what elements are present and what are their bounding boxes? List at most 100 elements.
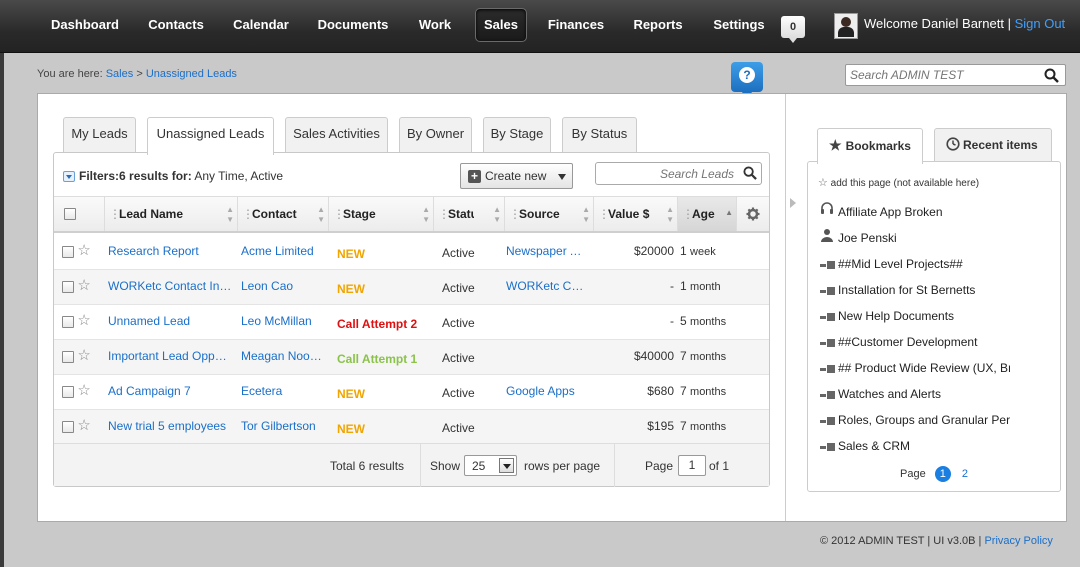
row-checkbox[interactable] [62,350,74,363]
table-row[interactable]: ☆ Important Lead Opportunity Meagan Noonan… [54,340,769,375]
table-row[interactable]: ☆ New trial 5 employees Tor Gilbertson NEW A… [54,410,769,445]
create-new-button[interactable]: + Create new [460,163,573,189]
contact-link[interactable]: Leon Cao [241,270,325,304]
nav-calendar[interactable]: Calendar [226,8,296,42]
select-all-checkbox[interactable] [64,208,76,220]
nav-contacts[interactable]: Contacts [141,8,211,42]
source-link[interactable]: Google Apps [506,375,588,409]
table-row[interactable]: ☆ Research Report Acme Limited NEW Active New… [54,235,769,270]
tab-recent-items[interactable]: Recent items [934,128,1052,162]
bookmark-page-current[interactable]: 1 [934,466,951,482]
bookmark-item[interactable]: Watches and Alerts [820,384,1010,404]
nav-documents[interactable]: Documents [310,8,396,42]
star-outline-icon[interactable]: ☆ [77,312,90,329]
nav-finances[interactable]: Finances [540,8,612,42]
collapse-arrow-icon[interactable] [790,198,796,208]
source-link[interactable] [506,340,588,374]
tab-bookmarks[interactable]: ★ Bookmarks [817,128,923,164]
lead-name-link[interactable]: Important Lead Opportunity [108,340,232,374]
tab-my-leads[interactable]: My Leads [63,117,136,153]
lead-name-link[interactable]: WORKetc Contact Information [108,270,232,304]
col-stage[interactable]: ⋮Stage ▲ ▼ [328,197,433,231]
lead-name-link[interactable]: Research Report [108,235,232,269]
tab-sales-activities[interactable]: Sales Activities [285,117,388,153]
col-value[interactable]: ⋮Value $ ▲ ▼ [593,197,677,231]
drag-handle-icon[interactable]: ⋮ [598,197,610,231]
column-settings[interactable] [736,197,769,231]
row-checkbox[interactable] [62,315,74,328]
row-checkbox[interactable] [62,420,74,433]
star-outline-icon[interactable]: ☆ [77,417,90,434]
star-outline-icon[interactable]: ☆ [77,347,90,364]
help-button[interactable]: ? [731,62,763,100]
gear-icon[interactable] [746,207,760,221]
bookmark-item[interactable]: Affiliate App Broken [820,202,1010,222]
filter-summary[interactable]: Filters:6 results for: Any Time, Active [79,169,283,183]
search-icon[interactable] [743,166,757,180]
contact-link[interactable]: Ecetera [241,375,325,409]
bookmark-item[interactable]: ##Mid Level Projects## [820,254,1010,274]
row-checkbox[interactable] [62,385,74,398]
drag-handle-icon[interactable]: ⋮ [509,197,521,231]
contact-link[interactable]: Tor Gilbertson [241,410,325,444]
nav-sales[interactable]: Sales [475,8,527,42]
source-link[interactable] [506,305,588,339]
nav-settings[interactable]: Settings [705,8,773,42]
filter-toggle-icon[interactable] [63,171,75,182]
bookmark-item[interactable]: Sales & CRM [820,436,1010,456]
col-status[interactable]: ⋮Status ▲▼ [433,197,504,231]
col-contact[interactable]: ⋮Contact ▲ ▼ [237,197,328,231]
source-link[interactable]: Newspaper Advertisement [506,235,588,269]
table-row[interactable]: ☆ WORKetc Contact Information Leon Cao NEW A… [54,270,769,305]
contact-link[interactable]: Leo McMillan [241,305,325,339]
lead-name-link[interactable]: Unnamed Lead [108,305,232,339]
lead-name-link[interactable]: New trial 5 employees [108,410,232,444]
star-outline-icon[interactable]: ☆ [77,382,90,399]
tab-unassigned-leads[interactable]: Unassigned Leads [147,117,274,155]
breadcrumb-sales-link[interactable]: Sales [106,68,134,80]
privacy-policy-link[interactable]: Privacy Policy [984,535,1052,547]
drag-handle-icon[interactable]: ⋮ [109,197,121,231]
drag-handle-icon[interactable]: ⋮ [333,197,345,231]
table-row[interactable]: ☆ Unnamed Lead Leo McMillan Call Attempt 2 A… [54,305,769,340]
source-link[interactable] [506,410,588,444]
page-number-input[interactable]: 1 [678,455,706,476]
rows-per-page-select[interactable]: 25 [464,455,517,476]
sign-out-link[interactable]: Sign Out [1015,16,1066,31]
tab-by-status[interactable]: By Status [562,117,637,153]
lead-name-link[interactable]: Ad Campaign 7 [108,375,232,409]
nav-work[interactable]: Work [410,8,460,42]
bookmark-item[interactable]: Installation for St Bernetts [820,280,1010,300]
table-row[interactable]: ☆ Ad Campaign 7 Ecetera NEW Active Google App… [54,375,769,410]
drag-handle-icon[interactable]: ⋮ [242,197,254,231]
col-source[interactable]: ⋮Source ▲ ▼ [504,197,593,231]
tab-by-owner[interactable]: By Owner [399,117,472,153]
search-icon[interactable] [1044,68,1059,83]
bookmark-item[interactable]: ## Product Wide Review (UX, Branding) [820,358,1010,378]
bookmark-item[interactable]: Roles, Groups and Granular Permissions [820,410,1010,430]
row-checkbox[interactable] [62,280,74,293]
bookmark-item[interactable]: ##Customer Development [820,332,1010,352]
source-link[interactable]: WORKetc Contact Form [506,270,588,304]
tab-by-stage[interactable]: By Stage [483,117,551,153]
drag-handle-icon[interactable]: ⋮ [438,197,450,231]
col-age[interactable]: ⋮Age ▲ [677,197,736,231]
star-outline-icon[interactable]: ☆ [77,277,90,294]
chevron-down-icon[interactable] [499,458,514,473]
bookmark-item[interactable]: New Help Documents [820,306,1010,326]
contact-link[interactable]: Acme Limited [241,235,325,269]
nav-reports[interactable]: Reports [626,8,690,42]
avatar[interactable] [834,13,858,39]
row-checkbox[interactable] [62,245,74,258]
drag-handle-icon[interactable]: ⋮ [682,197,694,231]
leads-search-input[interactable] [596,163,736,184]
notification-badge[interactable]: 0 [781,16,805,43]
star-outline-icon[interactable]: ☆ [77,242,90,259]
bookmark-item[interactable]: Joe Penski [820,228,1010,248]
nav-dashboard[interactable]: Dashboard [44,8,126,42]
col-lead-name[interactable]: ⋮Lead Name ▲ ▼ [104,197,237,231]
global-search-input[interactable] [846,65,1036,85]
bookmark-page-next[interactable]: 2 [962,468,968,480]
breadcrumb-current[interactable]: Unassigned Leads [146,68,237,80]
contact-link[interactable]: Meagan Noonan [241,340,325,374]
